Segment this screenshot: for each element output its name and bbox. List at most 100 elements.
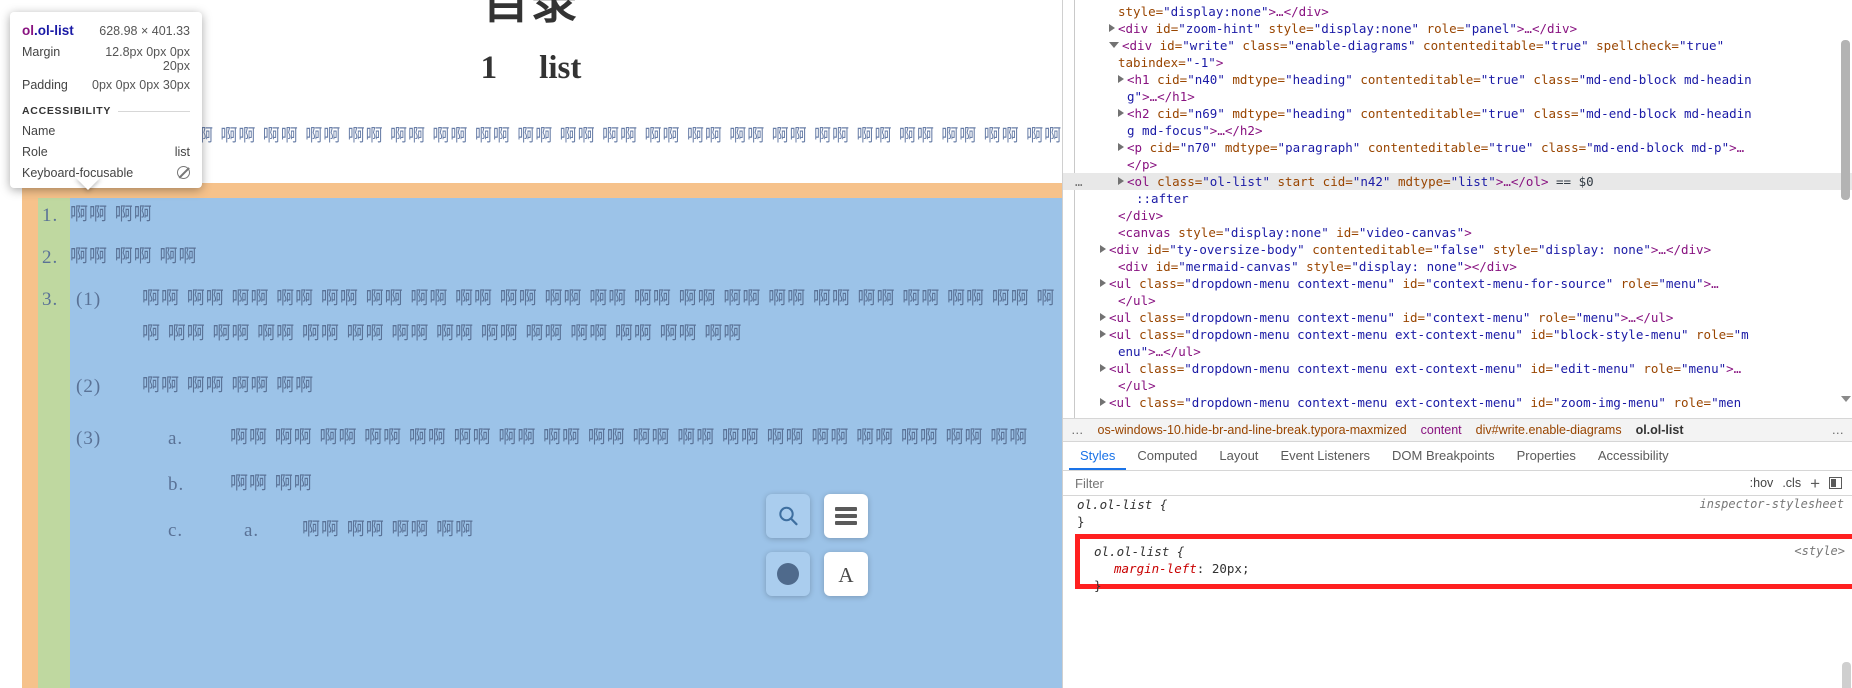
chevron-right-icon[interactable] xyxy=(1100,279,1106,287)
dom-line-overflow-dots[interactable]: … xyxy=(1075,173,1084,190)
dom-tree-line[interactable]: <ul class="dropdown-menu context-menu" i… xyxy=(1063,309,1852,326)
dom-token: "menu" xyxy=(1575,310,1621,325)
breadcrumb-overflow[interactable]: … xyxy=(1071,423,1084,437)
dom-tree-line[interactable]: g">…</h1> xyxy=(1063,88,1852,105)
dom-tree-line[interactable]: <canvas style="display:none" id="video-c… xyxy=(1063,224,1852,241)
typography-button[interactable]: A xyxy=(824,552,868,596)
dom-tree[interactable]: style="display:none">…</div> <div id="zoo… xyxy=(1063,0,1852,418)
new-style-rule-icon[interactable] xyxy=(1829,477,1842,489)
dom-token: "dropdown-menu context-menu" xyxy=(1184,276,1395,291)
dom-tree-line[interactable]: ::after xyxy=(1063,190,1852,207)
tab-dom-breakpoints[interactable]: DOM Breakpoints xyxy=(1381,446,1506,470)
breadcrumb-more[interactable]: … xyxy=(1832,423,1845,437)
css-value[interactable]: 20px; xyxy=(1212,561,1250,576)
chevron-down-icon[interactable] xyxy=(1109,42,1119,48)
styles-scrollbar[interactable] xyxy=(1842,662,1851,688)
dom-token: tabindex= xyxy=(1118,55,1186,70)
breadcrumb-item-2[interactable]: div#write.enable-diagrams xyxy=(1476,423,1622,437)
chevron-right-icon[interactable] xyxy=(1100,245,1106,253)
dom-tree-line[interactable]: style="display:none">…</div> xyxy=(1063,3,1852,20)
dom-tree-line[interactable]: g md-focus">…</h2> xyxy=(1063,122,1852,139)
search-button[interactable] xyxy=(766,494,810,538)
dom-token: role= xyxy=(1419,21,1465,36)
outline-button[interactable] xyxy=(824,494,868,538)
dom-token: <ol xyxy=(1127,174,1158,189)
hov-toggle[interactable]: :hov xyxy=(1750,476,1774,490)
new-style-rule-button[interactable]: + xyxy=(1810,475,1820,492)
breadcrumb-item-1[interactable]: content xyxy=(1421,423,1462,437)
dom-tree-line[interactable]: <ul class="dropdown-menu context-menu ex… xyxy=(1063,394,1852,411)
filter-input[interactable] xyxy=(1073,474,1750,492)
dom-tree-line[interactable]: <h1 cid="n40" mdtype="heading" contented… xyxy=(1063,71,1852,88)
dom-token: "ol-list" xyxy=(1202,174,1270,189)
chevron-right-icon[interactable] xyxy=(1100,364,1106,372)
tab-styles[interactable]: Styles xyxy=(1069,446,1127,470)
dom-token: cid= xyxy=(1149,140,1180,155)
list-text: 啊啊 啊啊 啊啊 xyxy=(70,246,198,268)
styles-pane[interactable]: ol.ol-list { inspector-stylesheet } ol.o… xyxy=(1063,496,1852,688)
dom-tree-line[interactable]: <ul class="dropdown-menu context-menu" i… xyxy=(1063,275,1852,292)
scroll-down-arrow[interactable] xyxy=(1841,396,1851,402)
dom-token: >… xyxy=(1726,361,1742,376)
dom-tree-line[interactable]: </ul> xyxy=(1063,377,1852,394)
tab-computed[interactable]: Computed xyxy=(1126,446,1208,470)
dom-tree-line[interactable]: <ul class="dropdown-menu context-menu ex… xyxy=(1063,360,1852,377)
chevron-right-icon[interactable] xyxy=(1118,75,1124,83)
tab-accessibility[interactable]: Accessibility xyxy=(1587,446,1680,470)
chevron-right-icon[interactable] xyxy=(1118,143,1124,151)
list-item: c. a. 啊啊 啊啊 啊啊 啊啊 xyxy=(168,513,1062,547)
chevron-right-icon[interactable] xyxy=(1109,24,1115,32)
dom-tree-line[interactable]: <h2 cid="n69" mdtype="heading" contented… xyxy=(1063,105,1852,122)
dom-token: <ul xyxy=(1109,327,1140,342)
tab-layout[interactable]: Layout xyxy=(1208,446,1269,470)
chevron-right-icon[interactable] xyxy=(1100,330,1106,338)
inspector-tag: ol xyxy=(22,23,34,38)
dom-tree-line[interactable]: <div id="mermaid-canvas" style="display:… xyxy=(1063,258,1852,275)
breadcrumb-item-0[interactable]: os-windows-10.hide-br-and-line-break.typ… xyxy=(1098,423,1407,437)
dom-token: "video-canvas" xyxy=(1358,225,1465,240)
dom-token: role= xyxy=(1665,395,1712,410)
dom-token: contenteditable= xyxy=(1352,106,1481,121)
dom-tree-line[interactable]: <div id="zoom-hint" style="display:none"… xyxy=(1063,20,1852,37)
cls-toggle[interactable]: .cls xyxy=(1782,476,1801,490)
dom-token: cid= xyxy=(1157,106,1188,121)
css-origin-partial[interactable]: inspector-stylesheet xyxy=(1700,496,1845,513)
dom-token: "true" xyxy=(1480,72,1526,87)
nested-list-level4[interactable]: a. 啊啊 啊啊 啊啊 啊啊 xyxy=(230,513,1062,547)
css-property[interactable]: margin-left xyxy=(1114,561,1197,576)
css-origin[interactable]: <style> xyxy=(1794,543,1845,560)
source-button[interactable] xyxy=(766,552,810,596)
dom-tree-line[interactable]: </p> xyxy=(1063,156,1852,173)
dom-token: mdtype= xyxy=(1390,174,1451,189)
highlighted-css-rule[interactable]: ol.ol-list { <style> margin-left: 20px; … xyxy=(1075,534,1852,593)
breadcrumb[interactable]: … os-windows-10.hide-br-and-line-break.t… xyxy=(1063,418,1852,442)
dom-tree-scrollbar[interactable] xyxy=(1841,40,1850,200)
dom-token: style= xyxy=(1261,21,1314,36)
dom-tree-line[interactable]: </div> xyxy=(1063,207,1852,224)
dom-tree-line[interactable]: <ul class="dropdown-menu context-menu ex… xyxy=(1063,326,1852,343)
ordered-list[interactable]: 1. 啊啊 啊啊 2. 啊啊 啊啊 啊啊 3. (1) 啊啊 啊啊 啊啊 啊啊 … xyxy=(38,198,1062,566)
devtools-tabs[interactable]: Styles Computed Layout Event Listeners D… xyxy=(1063,443,1852,471)
nested-list-level2[interactable]: (1) 啊啊 啊啊 啊啊 啊啊 啊啊 啊啊 啊啊 啊啊 啊啊 啊啊 啊啊 啊啊 … xyxy=(70,282,1062,547)
styles-filter-bar[interactable]: :hov .cls + xyxy=(1063,471,1852,496)
dom-token: "display:none" xyxy=(1163,4,1269,19)
dom-tree-line[interactable]: <p cid="n70" mdtype="paragraph" contente… xyxy=(1063,139,1852,156)
dom-token: </ul> xyxy=(1118,378,1156,393)
breadcrumb-item-3[interactable]: ol.ol-list xyxy=(1636,423,1684,437)
tab-event-listeners[interactable]: Event Listeners xyxy=(1269,446,1381,470)
nested-list-level3[interactable]: a. 啊啊 啊啊 啊啊 啊啊 啊啊 啊啊 啊啊 啊啊 啊啊 啊啊 啊啊 啊啊 啊… xyxy=(142,421,1062,548)
chevron-right-icon[interactable] xyxy=(1118,109,1124,117)
chevron-right-icon[interactable] xyxy=(1118,177,1124,185)
list-item: (3) a. 啊啊 啊啊 啊啊 啊啊 啊啊 啊啊 啊啊 啊啊 啊啊 啊啊 啊啊 … xyxy=(76,421,1062,548)
dom-tree-line[interactable]: <div id="ty-oversize-body" contenteditab… xyxy=(1063,241,1852,258)
dom-tree-line[interactable]: tabindex="-1"> xyxy=(1063,54,1852,71)
css-declaration[interactable]: margin-left: 20px; xyxy=(1080,560,1852,577)
dom-tree-line[interactable]: </ul> xyxy=(1063,292,1852,309)
tab-properties[interactable]: Properties xyxy=(1506,446,1587,470)
chevron-right-icon[interactable] xyxy=(1100,313,1106,321)
chevron-right-icon[interactable] xyxy=(1100,398,1106,406)
dom-tree-line[interactable]: <div id="write" class="enable-diagrams" … xyxy=(1063,37,1852,54)
list-marker: a. xyxy=(244,520,260,542)
dom-tree-line[interactable]: … <ol class="ol-list" start cid="n42" mdt… xyxy=(1063,173,1852,190)
dom-tree-line[interactable]: enu">…</ul> xyxy=(1063,343,1852,360)
